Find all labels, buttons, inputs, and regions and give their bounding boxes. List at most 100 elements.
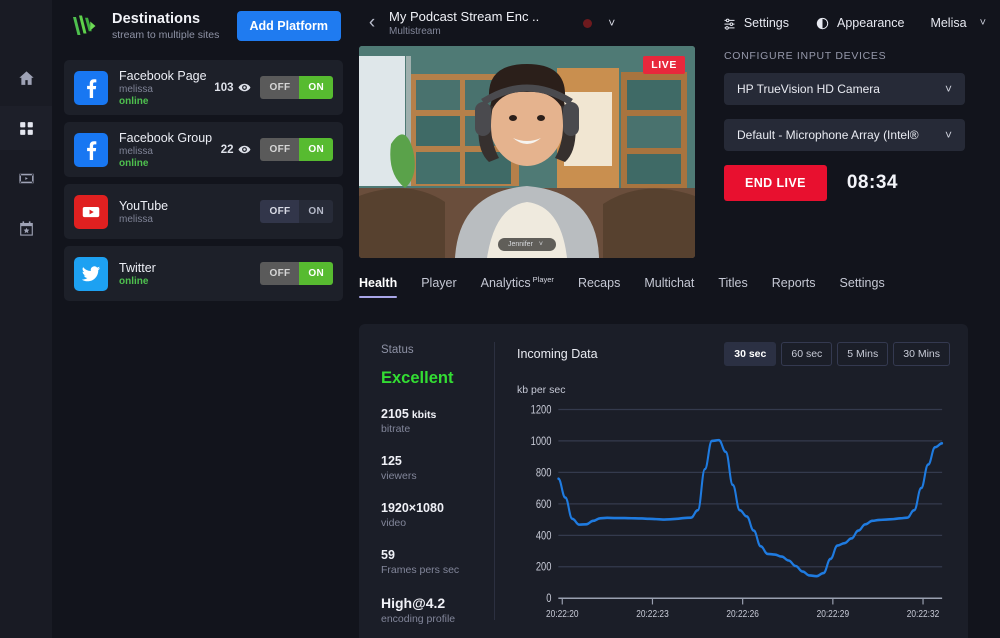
platform-info: YouTubemelissa [108,199,260,225]
video-preview[interactable]: LIVE Jennifer ˅ [359,46,695,258]
destinations-subtitle: stream to multiple sites [112,29,237,41]
platform-info: Twitteronline [108,261,260,287]
status-value: Excellent [381,369,495,388]
microphone-select[interactable]: Default - Microphone Array (Intel® ˅ [724,119,965,151]
nav-item-events[interactable] [0,206,52,250]
stream-menu-chevron-down-icon[interactable]: ˅ [608,16,615,30]
platform-status: online [119,158,221,169]
participant-name: Jennifer [508,241,533,248]
svg-text:800: 800 [536,466,552,479]
stream-title: My Podcast Stream Enc .. [389,9,539,24]
end-live-button[interactable]: END LIVE [724,165,827,201]
platform-logo [74,71,108,105]
grid-icon [17,119,36,138]
platform-user: melissa [119,146,221,157]
platform-user: melissa [119,84,214,95]
camera-chevron-down-icon: ˅ [945,82,952,96]
tab-multichat[interactable]: Multichat [644,276,694,298]
status-label: Status [381,344,495,356]
metric-item: High@4.2encoding profile [381,595,495,625]
camera-select[interactable]: HP TrueVision HD Camera ˅ [724,73,965,105]
range-60-sec[interactable]: 60 sec [781,342,832,366]
platform-toggle[interactable]: OFFON [260,200,333,223]
range-30-sec[interactable]: 30 sec [724,342,776,366]
appearance-button[interactable]: Appearance [815,16,904,31]
platform-toggle[interactable]: OFFON [260,76,333,99]
svg-text:20:22:26: 20:22:26 [726,608,759,620]
nav-item-home[interactable] [0,56,52,100]
health-panel: Status Excellent 2105kbitsbitrate125view… [359,324,968,638]
status-column: Status Excellent 2105kbitsbitrate125view… [359,324,495,638]
platform-name: Twitter [119,261,260,275]
metric-item: 1920×1080video [381,501,495,529]
range-5-mins[interactable]: 5 Mins [837,342,888,366]
metric-unit: kbits [412,409,437,421]
platform-logo [74,195,108,229]
settings-button[interactable]: Settings [722,16,789,31]
platform-toggle[interactable]: OFFON [260,138,333,161]
svg-text:20:22:20: 20:22:20 [546,608,579,620]
svg-text:20:22:29: 20:22:29 [817,608,850,620]
tab-titles[interactable]: Titles [718,276,747,298]
metric-key: bitrate [381,423,495,435]
toggle-on[interactable]: ON [299,262,333,285]
user-name: Melisa [930,16,966,30]
platform-logo [74,257,108,291]
metric-value: High@4.2 [381,595,495,611]
video-icon [17,169,36,188]
tab-player[interactable]: Player [421,276,456,298]
platform-row[interactable]: YouTubemelissaOFFON [64,184,343,239]
metric-item: 59Frames pers sec [381,548,495,576]
platform-row[interactable]: TwitteronlineOFFON [64,246,343,301]
platform-row[interactable]: Facebook Pagemelissaonline103OFFON [64,60,343,115]
tab-recaps[interactable]: Recaps [578,276,620,298]
svg-text:1000: 1000 [531,435,552,448]
live-badge: LIVE [643,56,685,74]
configure-input-devices-heading: CONFIGURE INPUT DEVICES [724,50,1000,62]
nav-item-dashboard[interactable] [0,106,52,150]
facebook-icon [81,78,101,98]
back-chevron-icon[interactable]: ‹ [359,10,385,36]
platform-info: Facebook Pagemelissaonline [108,69,214,107]
svg-text:200: 200 [536,561,552,574]
destinations-header: Destinations stream to multiple sites Ad… [64,0,343,52]
tab-reports[interactable]: Reports [772,276,816,298]
svg-text:400: 400 [536,529,552,542]
platform-info: Facebook Groupmelissaonline [108,131,221,169]
viewer-count: 22 [221,144,234,156]
tab-analytics[interactable]: AnalyticsPlayer [481,275,554,298]
toggle-off[interactable]: OFF [260,200,299,223]
add-platform-button[interactable]: Add Platform [237,11,341,41]
stream-preview-row: LIVE Jennifer ˅ CONFIGURE INPUT DEVICES … [355,46,1000,258]
participant-name-chip[interactable]: Jennifer ˅ [498,238,556,251]
stream-timer: 08:34 [847,172,898,194]
platform-toggle[interactable]: OFFON [260,262,333,285]
tab-health[interactable]: Health [359,276,397,298]
end-live-row: END LIVE 08:34 [724,165,1000,201]
toggle-on[interactable]: ON [299,200,333,223]
youtube-icon [80,201,102,223]
brand-logo-icon [70,13,100,39]
platform-row[interactable]: Facebook Groupmelissaonline22 OFFON [64,122,343,177]
toggle-off[interactable]: OFF [260,138,299,161]
toggle-on[interactable]: ON [299,76,333,99]
toggle-off[interactable]: OFF [260,262,299,285]
tab-settings[interactable]: Settings [840,276,885,298]
svg-text:0: 0 [546,592,551,605]
svg-text:600: 600 [536,498,552,511]
svg-text:20:22:23: 20:22:23 [636,608,669,620]
tab-bar: Health Player AnalyticsPlayer Recaps Multich… [355,258,1000,298]
metric-item: 125viewers [381,454,495,482]
user-menu[interactable]: Melisa ˅ [930,16,986,30]
destinations-panel: Destinations stream to multiple sites Ad… [52,0,355,638]
metric-value: 125 [381,454,495,468]
range-30-mins[interactable]: 30 Mins [893,342,950,366]
sliders-icon [722,16,737,31]
nav-item-videos[interactable] [0,156,52,200]
toggle-on[interactable]: ON [299,138,333,161]
left-nav-rail [0,0,52,638]
microphone-chevron-down-icon: ˅ [945,128,952,142]
recording-dot-icon [583,19,592,28]
main-content: ‹ My Podcast Stream Enc .. Multistream ˅… [355,0,1000,638]
toggle-off[interactable]: OFF [260,76,299,99]
